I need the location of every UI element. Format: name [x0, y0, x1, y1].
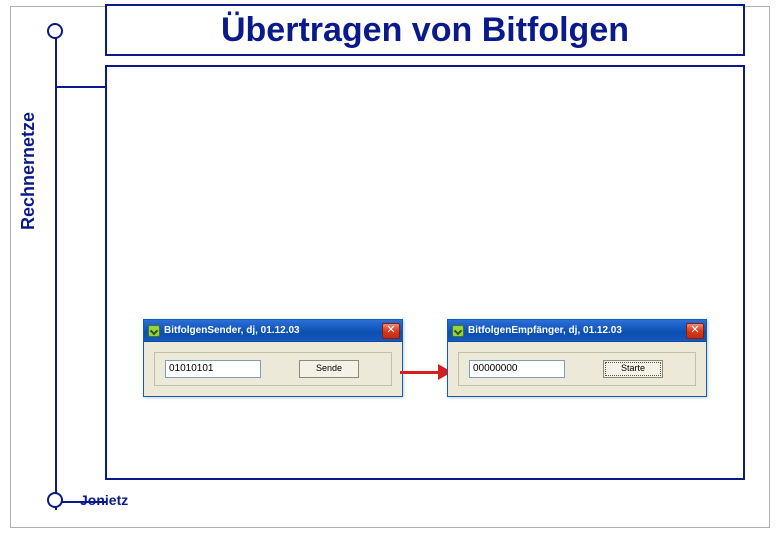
author-label: Jonietz	[80, 492, 128, 508]
receiver-bit-input[interactable]: 00000000	[469, 360, 565, 378]
title-node-icon	[47, 23, 63, 39]
author-node-icon	[47, 492, 63, 508]
app-icon	[148, 325, 160, 337]
sender-titlebar[interactable]: BitfolgenSender, dj, 01.12.03 ✕	[144, 320, 402, 342]
slide-title: Übertragen von Bitfolgen	[107, 6, 743, 54]
receiver-window: BitfolgenEmpfänger, dj, 01.12.03 ✕ 00000…	[447, 319, 707, 397]
close-icon[interactable]: ✕	[382, 323, 400, 339]
receiver-panel: 00000000 Starte	[458, 352, 696, 386]
receiver-window-title: BitfolgenEmpfänger, dj, 01.12.03	[468, 325, 686, 336]
sender-panel: 01010101 Sende	[154, 352, 392, 386]
close-icon[interactable]: ✕	[686, 323, 704, 339]
sender-bit-input[interactable]: 01010101	[165, 360, 261, 378]
content-connector	[56, 86, 106, 88]
start-button[interactable]: Starte	[603, 360, 663, 378]
send-button[interactable]: Sende	[299, 360, 359, 378]
app-icon	[452, 325, 464, 337]
sender-window-title: BitfolgenSender, dj, 01.12.03	[164, 325, 382, 336]
vertical-guideline	[55, 30, 57, 510]
receiver-titlebar[interactable]: BitfolgenEmpfänger, dj, 01.12.03 ✕	[448, 320, 706, 342]
sender-window: BitfolgenSender, dj, 01.12.03 ✕ 01010101…	[143, 319, 403, 397]
title-frame: Übertragen von Bitfolgen	[105, 4, 745, 56]
sidebar-label: Rechnernetze	[18, 112, 39, 230]
content-frame	[105, 65, 745, 480]
